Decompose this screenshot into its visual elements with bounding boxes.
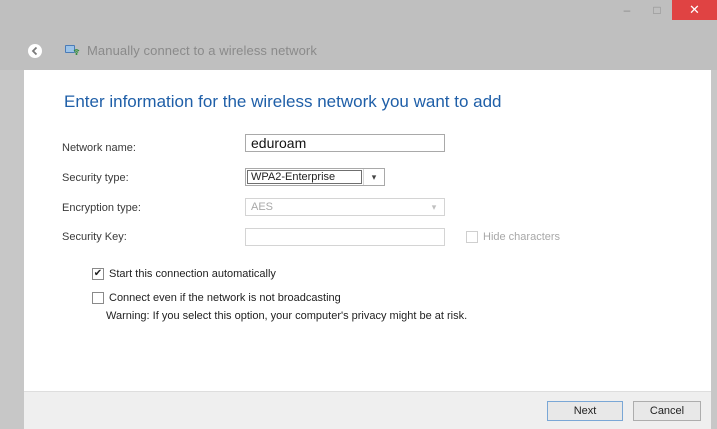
start-automatically-checkbox[interactable]: ✔ [92, 268, 104, 280]
page-heading: Enter information for the wireless netwo… [64, 92, 502, 111]
encryption-type-value: AES [251, 201, 274, 213]
dialog-window: – □ ✕ Manually connect to a wireless net… [0, 0, 717, 429]
connect-not-broadcasting-checkbox[interactable] [92, 292, 104, 304]
wireless-network-icon [64, 42, 80, 58]
next-button[interactable]: Next [547, 401, 623, 421]
hide-characters-label: Hide characters [483, 231, 561, 243]
security-key-input[interactable] [245, 228, 445, 246]
minimize-button[interactable]: – [612, 0, 642, 20]
maximize-button[interactable]: □ [642, 0, 672, 20]
window-controls: – □ ✕ [612, 0, 717, 20]
security-type-value: WPA2-Enterprise [247, 170, 362, 184]
connect-not-broadcasting-option[interactable]: Connect even if the network is not broad… [92, 292, 341, 304]
encryption-type-label: Encryption type: [62, 202, 141, 214]
hide-characters-checkbox[interactable] [466, 231, 478, 243]
window-title: Manually connect to a wireless network [87, 43, 317, 58]
privacy-warning: Warning: If you select this option, your… [106, 310, 468, 322]
encryption-type-select[interactable]: AES ▾ [245, 198, 445, 216]
start-automatically-option[interactable]: ✔ Start this connection automatically [92, 268, 276, 280]
cancel-button[interactable]: Cancel [633, 401, 701, 421]
title-bar: – □ ✕ Manually connect to a wireless net… [0, 0, 717, 70]
back-arrow-icon [31, 46, 38, 56]
hide-characters-option[interactable]: Hide characters [466, 231, 560, 243]
back-button[interactable] [28, 44, 42, 58]
network-name-input[interactable]: eduroam [245, 134, 445, 152]
chevron-down-icon: ▾ [431, 201, 437, 212]
window-frame-right [711, 70, 717, 429]
dialog-footer: Next Cancel [24, 391, 711, 429]
security-type-label: Security type: [62, 172, 129, 184]
close-button[interactable]: ✕ [672, 0, 717, 20]
dialog-content: Enter information for the wireless netwo… [24, 70, 711, 391]
security-type-select[interactable]: WPA2-Enterprise ▾ [245, 168, 385, 186]
security-key-label: Security Key: [62, 231, 127, 243]
start-automatically-label: Start this connection automatically [109, 268, 276, 280]
chevron-down-icon: ▾ [363, 169, 384, 185]
network-name-label: Network name: [62, 142, 136, 154]
window-frame-left [0, 70, 24, 429]
connect-not-broadcasting-label: Connect even if the network is not broad… [109, 292, 341, 304]
